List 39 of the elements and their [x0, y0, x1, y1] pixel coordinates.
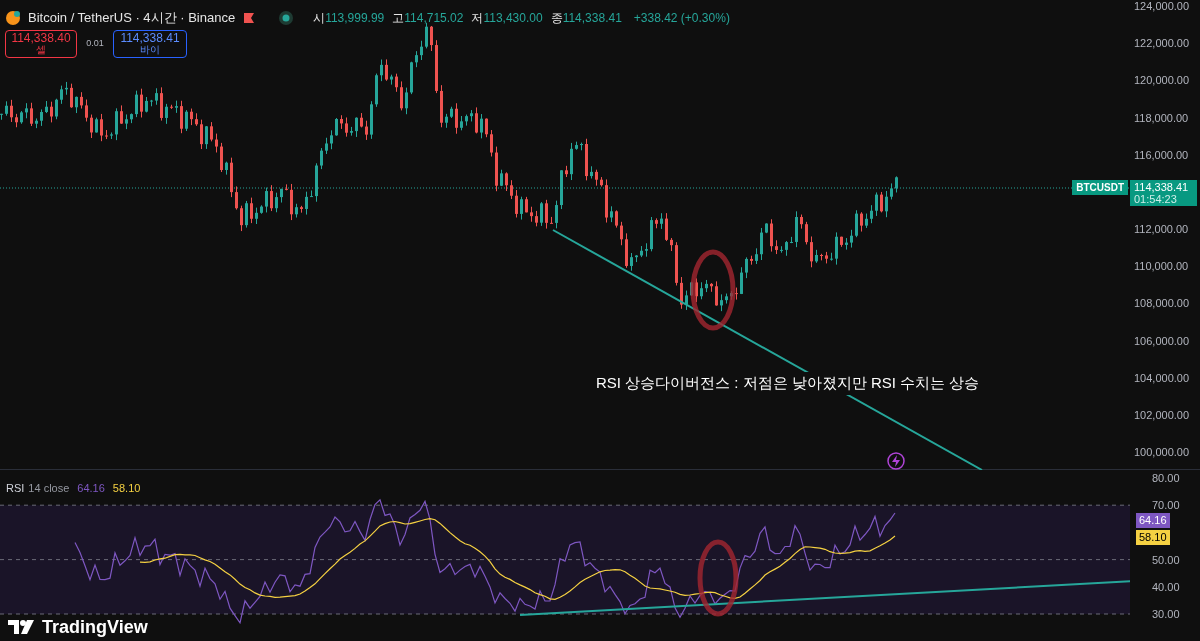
rsi-axis-label: 40.00 — [1152, 580, 1180, 593]
price-axis-label: 110,000.00 — [1134, 260, 1189, 273]
price-axis-label: 120,000.00 — [1134, 74, 1190, 87]
rsi-average-label: 58.10 — [1136, 530, 1170, 545]
ohlc-value: 114,338.41 — [562, 9, 622, 27]
spread-value: 0.01 — [85, 37, 105, 51]
ohlc-label: 시 — [313, 9, 326, 27]
price-change: +338.42 (+0.30%) — [633, 9, 730, 27]
ohlc-value: 113,999.99 — [325, 9, 385, 27]
sell-button[interactable]: 114,338.40 셀 — [5, 30, 77, 58]
price-axis-label: 108,000.00 — [1134, 297, 1190, 310]
ohlc-value: 114,715.02 — [404, 9, 464, 27]
price-axis-label: 100,000.00 — [1134, 446, 1190, 459]
indicator-params: 14 close — [28, 481, 70, 496]
rsi-axis-label: 70.00 — [1152, 499, 1180, 512]
price-axis-label: 112,000.00 — [1134, 223, 1189, 235]
rsi-value-label: 64.16 — [1136, 513, 1170, 528]
ohlc-label: 고 — [392, 9, 405, 27]
symbol-title[interactable]: Bitcoin / TetherUS · 4시간 · Binance — [28, 8, 236, 28]
rsi-axis-label: 30.00 — [1152, 608, 1180, 620]
rsi-value: 64.16 — [77, 481, 105, 496]
last-price-label: 114,338.41 01:54:23 — [1130, 180, 1197, 206]
price-axis-label: 116,000.00 — [1134, 148, 1189, 161]
ohlc-label: 저 — [471, 9, 484, 27]
price-axis-label: 124,000.00 — [1134, 0, 1190, 12]
indicator-name[interactable]: RSI — [6, 480, 25, 497]
rsi-axis-label: 80.00 — [1152, 472, 1180, 484]
buy-button[interactable]: 114,338.41 바이 — [113, 30, 187, 58]
logo-text: TradingView — [42, 617, 148, 637]
rsi-average-value: 58.10 — [112, 481, 141, 496]
price-axis-label: 106,000.00 — [1134, 334, 1190, 347]
ohlc-label: 종 — [550, 9, 563, 27]
price-axis-label: 102,000.00 — [1134, 408, 1190, 421]
price-axis-label: 118,000.00 — [1134, 111, 1189, 124]
rsi-axis-label: 50.00 — [1152, 553, 1180, 566]
ohlc-value: 113,430.00 — [483, 9, 543, 27]
price-axis-label: 104,000.00 — [1134, 371, 1190, 384]
symbol-label: BTCUSDT — [1072, 180, 1128, 195]
price-axis-label: 122,000.00 — [1134, 37, 1190, 50]
